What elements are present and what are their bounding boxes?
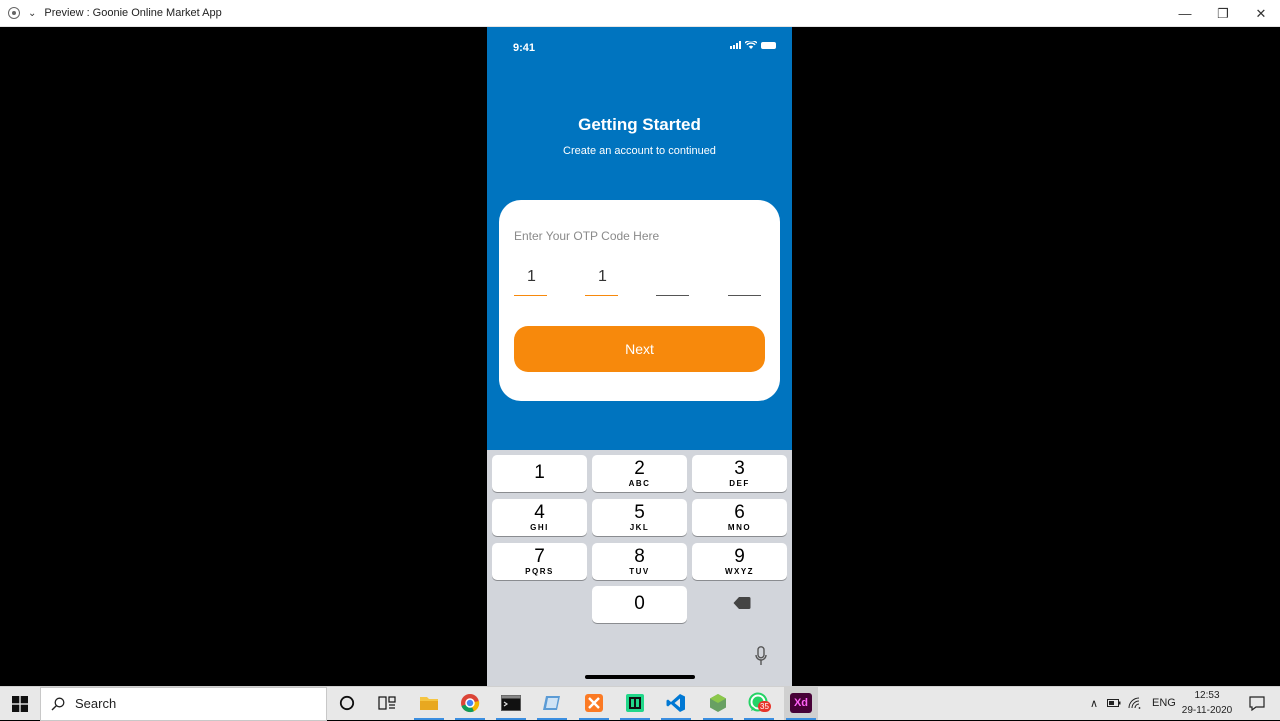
battery-status-icon[interactable] — [1107, 698, 1121, 708]
cortana-icon[interactable] — [330, 686, 364, 720]
close-button[interactable]: ✕ — [1242, 0, 1280, 27]
status-bar: 9:41 — [487, 27, 792, 71]
taskbar-clock[interactable]: 12:53 29-11-2020 — [1172, 688, 1242, 718]
minimize-button[interactable]: — — [1166, 0, 1204, 27]
battery-icon — [761, 41, 776, 49]
key-1[interactable]: 1 — [492, 455, 587, 492]
header-panel: 9:41 Getting Started Create an account t… — [487, 27, 792, 450]
key-4[interactable]: 4 GHI — [492, 499, 587, 536]
network-icon[interactable] — [1128, 697, 1142, 709]
key-6[interactable]: 6 MNO — [692, 499, 787, 536]
numeric-keypad: 1 2 ABC 3 DEF 4 GHI 5 JKL 6 MNO 7 PQRS 8 TUV 9W… — [487, 450, 792, 686]
terminal-icon[interactable] — [494, 686, 528, 720]
whatsapp-icon[interactable]: 35 — [742, 686, 776, 720]
otp-digit-3[interactable] — [656, 268, 689, 296]
search-label: Search — [75, 696, 117, 711]
key-0[interactable]: 0 — [592, 586, 687, 623]
otp-digit-1[interactable]: 1 — [514, 268, 547, 296]
key-3[interactable]: 3 DEF — [692, 455, 787, 492]
next-button[interactable]: Next — [514, 326, 765, 372]
key-letters: PQRS — [525, 567, 554, 576]
notification-badge: 35 — [758, 701, 771, 712]
node-icon[interactable] — [701, 686, 735, 720]
key-number: 0 — [634, 593, 645, 614]
key-number: 2 — [634, 458, 645, 479]
page-title: Getting Started — [578, 115, 701, 134]
status-time: 9:41 — [513, 42, 536, 54]
chevron-down-icon[interactable]: ⌄ — [28, 8, 36, 19]
app-record-icon — [8, 7, 20, 19]
key-2[interactable]: 2 ABC — [592, 455, 687, 492]
key-letters: JKL — [629, 523, 650, 532]
otp-digit-2[interactable]: 1 — [585, 268, 618, 296]
notifications-icon[interactable] — [1240, 686, 1274, 720]
android-studio-icon[interactable] — [618, 686, 652, 720]
key-number: 1 — [534, 462, 545, 483]
show-hidden-icons-chevron-icon[interactable]: ∧ — [1087, 697, 1101, 710]
key-9[interactable]: 9 WXYZ — [692, 543, 787, 580]
page-subtitle: Create an account to continued — [563, 145, 716, 157]
key-number: 3 — [734, 458, 745, 479]
microphone-icon[interactable] — [755, 646, 767, 666]
file-explorer-icon[interactable] — [412, 686, 446, 720]
phone-preview: 9:41 Getting Started Create an account t… — [487, 27, 792, 686]
taskbar-search[interactable]: Search — [40, 686, 327, 721]
clock-time: 12:53 — [1194, 690, 1220, 701]
key-number: 6 — [734, 502, 745, 523]
signal-icon — [730, 41, 741, 49]
window-title-bar: ⌄ Preview : Goonie Online Market App — ❐… — [0, 0, 1280, 27]
key-letters: TUV — [629, 567, 650, 576]
clock-date: 29-11-2020 — [1181, 705, 1233, 716]
system-tray: ∧ ENG — [1087, 686, 1176, 720]
chrome-icon[interactable] — [453, 686, 487, 720]
otp-digit-4[interactable] — [728, 268, 761, 296]
vscode-icon[interactable] — [659, 686, 693, 720]
home-indicator — [585, 675, 695, 679]
key-8[interactable]: 8 TUV — [592, 543, 687, 580]
restore-button[interactable]: ❐ — [1204, 0, 1242, 27]
key-letters: WXYZ — [724, 567, 755, 576]
xd-label: Xd — [790, 693, 812, 713]
window-title: Preview : Goonie Online Market App — [44, 7, 222, 19]
key-number: 4 — [534, 502, 545, 523]
start-button[interactable] — [0, 687, 40, 721]
task-view-icon[interactable] — [370, 686, 404, 720]
otp-card: Enter Your OTP Code Here 1 1 Next — [499, 200, 780, 401]
backspace-icon[interactable] — [733, 596, 751, 610]
key-7[interactable]: 7 PQRS — [492, 543, 587, 580]
xampp-icon[interactable] — [577, 686, 611, 720]
otp-label: Enter Your OTP Code Here — [514, 229, 660, 243]
adobe-xd-icon[interactable]: Xd — [784, 686, 818, 720]
windows-logo-icon — [12, 695, 28, 712]
key-number: 5 — [634, 502, 645, 523]
key-letters: ABC — [628, 479, 651, 488]
wifi-icon — [745, 41, 757, 49]
notes-app-icon[interactable] — [535, 686, 569, 720]
key-number: 9 — [734, 546, 745, 567]
key-number: 7 — [534, 546, 545, 567]
key-5[interactable]: 5 JKL — [592, 499, 687, 536]
key-number: 8 — [634, 546, 645, 567]
key-letters: GHI — [530, 523, 549, 532]
search-icon — [51, 697, 65, 710]
key-letters: MNO — [727, 523, 752, 532]
key-letters: DEF — [729, 479, 750, 488]
